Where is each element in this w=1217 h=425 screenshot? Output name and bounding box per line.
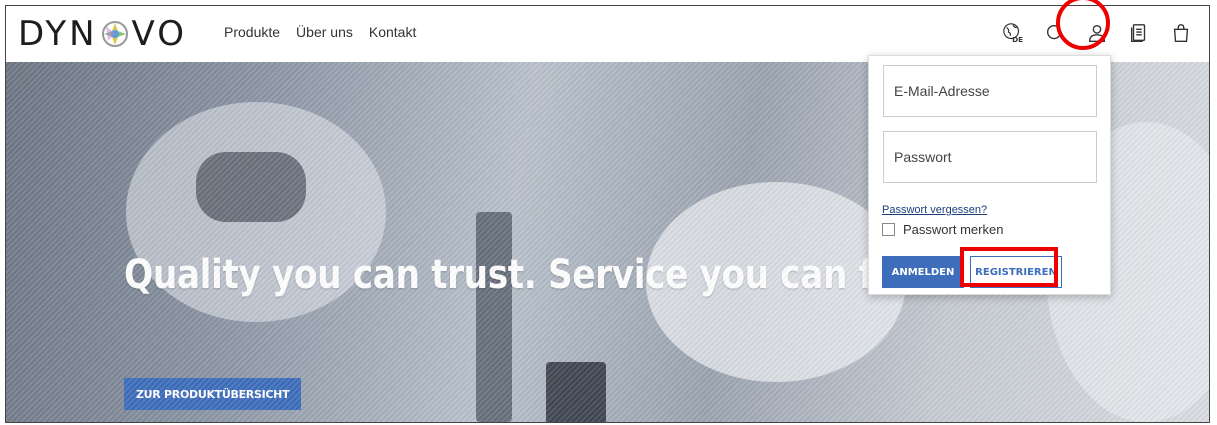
main-navigation: Produkte Über uns Kontakt bbox=[224, 24, 416, 40]
logo-o-mark-icon bbox=[100, 19, 130, 49]
nav-item-kontakt[interactable]: Kontakt bbox=[369, 24, 416, 40]
nav-item-ueber-uns[interactable]: Über uns bbox=[296, 24, 353, 40]
hero-image-shape bbox=[646, 182, 906, 382]
register-button-highlight-box bbox=[960, 247, 1058, 287]
login-button[interactable]: ANMELDEN bbox=[882, 256, 964, 288]
logo-text-left: DYN bbox=[18, 14, 98, 54]
hero-image-shape bbox=[546, 362, 606, 422]
site-header: DYN VO Produkte Über uns Kontakt DE bbox=[6, 6, 1209, 62]
hero-image-shape bbox=[126, 102, 386, 322]
remember-password-label[interactable]: Passwort merken bbox=[903, 222, 1003, 237]
browser-viewport: DYN VO Produkte Über uns Kontakt DE Qual… bbox=[5, 5, 1210, 423]
password-field[interactable]: Passwort bbox=[883, 131, 1097, 183]
hero-image-shape bbox=[196, 152, 306, 222]
shopping-bag-icon[interactable] bbox=[1167, 19, 1195, 47]
product-overview-button[interactable]: ZUR PRODUKTÜBERSICHT bbox=[124, 378, 302, 410]
hero-title: Quality you can trust. Service you can f… bbox=[124, 252, 943, 298]
remember-password-row: Passwort merken bbox=[882, 222, 1003, 237]
language-badge: DE bbox=[1012, 35, 1023, 44]
wishlist-document-icon[interactable] bbox=[1125, 19, 1153, 47]
logo-text-right: VO bbox=[131, 14, 187, 54]
hero-image-shape bbox=[476, 212, 512, 422]
dynovo-logo[interactable]: DYN VO bbox=[18, 14, 187, 54]
remember-password-checkbox[interactable] bbox=[882, 223, 895, 236]
forgot-password-link[interactable]: Passwort vergessen? bbox=[882, 204, 987, 216]
email-field[interactable]: E-Mail-Adresse bbox=[883, 65, 1097, 117]
nav-item-produkte[interactable]: Produkte bbox=[224, 24, 280, 40]
language-globe-icon[interactable]: DE bbox=[999, 19, 1027, 47]
